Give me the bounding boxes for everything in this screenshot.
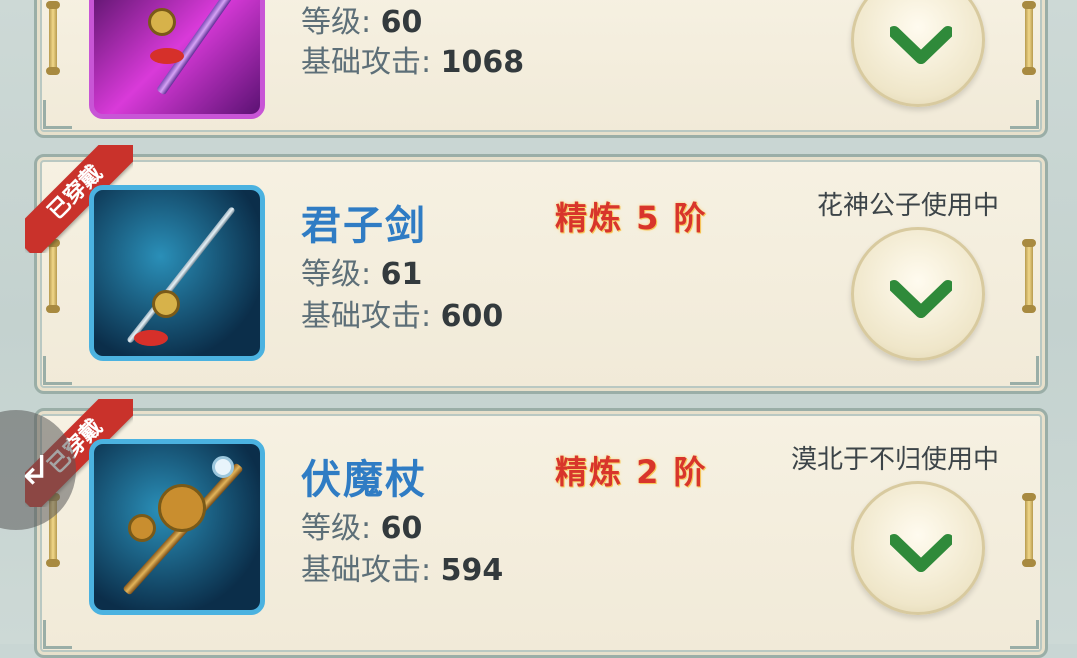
level-value: 60 <box>380 5 423 40</box>
refine-level: 精炼 5 阶 <box>555 199 708 237</box>
back-arrow-icon: ↲ <box>18 448 52 494</box>
staff-ornament <box>158 484 206 532</box>
sword-guard <box>148 8 176 36</box>
attack-value: 1068 <box>440 45 525 80</box>
equipment-card[interactable]: 已穿戴 伏魔杖 精炼 2 阶 漠北于不归使用中 等级: 60 基础攻击: 594 <box>25 399 1048 658</box>
sword-tassel <box>150 48 184 64</box>
frame-pin <box>1022 1 1036 75</box>
chevron-down-icon <box>890 26 952 64</box>
attack-row: 基础攻击: 1068 <box>301 45 525 80</box>
chevron-down-icon <box>890 534 952 572</box>
weapon-icon-staff[interactable] <box>89 439 265 615</box>
weapon-icon-sword[interactable] <box>89 0 265 119</box>
frame-pin <box>46 1 60 75</box>
level-row: 等级: 60 <box>301 511 423 546</box>
expand-button[interactable] <box>851 481 985 615</box>
level-row: 等级: 61 <box>301 257 423 292</box>
sword-guard <box>152 290 180 318</box>
expand-button[interactable] <box>851 0 985 107</box>
attack-value: 594 <box>440 553 504 588</box>
frame-corner <box>1010 620 1039 649</box>
item-name: 君子剑 <box>301 203 427 249</box>
attack-value: 600 <box>440 299 504 334</box>
weapon-icon-sword[interactable] <box>89 185 265 361</box>
frame-corner <box>1010 356 1039 385</box>
frame-corner <box>43 100 72 129</box>
item-name: 伏魔杖 <box>301 457 427 503</box>
staff-pearl <box>212 456 234 478</box>
staff-ornament <box>128 514 156 542</box>
frame-corner <box>1010 100 1039 129</box>
sword-tassel <box>134 330 168 346</box>
frame-pin <box>1022 493 1036 567</box>
attack-row: 基础攻击: 594 <box>301 553 504 588</box>
owner-status: 漠北于不归使用中 <box>790 445 999 475</box>
frame-corner <box>43 356 72 385</box>
level-value: 61 <box>380 257 423 292</box>
attack-row: 基础攻击: 600 <box>301 299 504 334</box>
sword-blade <box>126 206 236 344</box>
equipment-card[interactable]: 已穿戴 君子剑 精炼 5 阶 花神公子使用中 等级: 61 基础攻击: 600 <box>25 145 1048 394</box>
frame-corner <box>43 620 72 649</box>
equipment-card[interactable]: 等级: 60 基础攻击: 1068 <box>34 0 1048 138</box>
frame-pin <box>1022 239 1036 313</box>
level-row: 等级: 60 <box>301 5 423 40</box>
chevron-down-icon <box>890 280 952 318</box>
refine-level: 精炼 2 阶 <box>555 453 708 491</box>
level-value: 60 <box>380 511 423 546</box>
expand-button[interactable] <box>851 227 985 361</box>
owner-status: 花神公子使用中 <box>816 191 999 221</box>
